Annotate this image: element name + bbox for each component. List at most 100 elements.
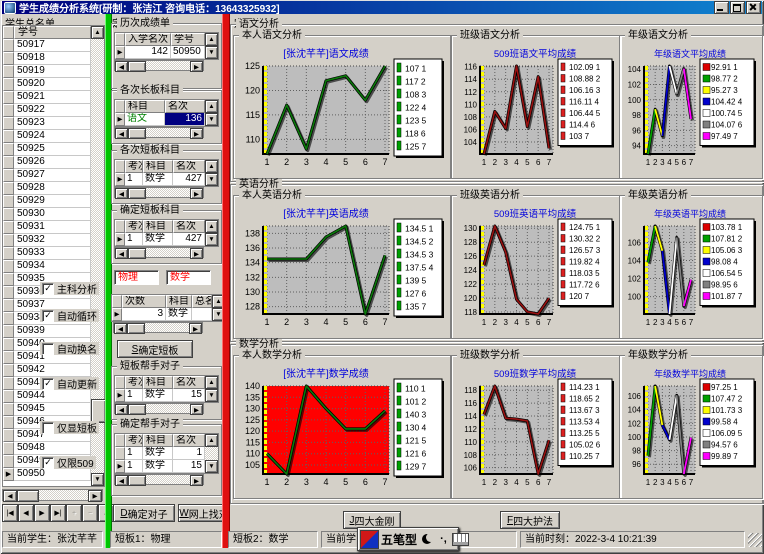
splitter-red[interactable] <box>222 14 230 548</box>
confirm-short-button[interactable]: S 确定短板 <box>117 340 193 358</box>
svg-text:137.5 4: 137.5 4 <box>405 263 434 273</box>
student-row[interactable]: 50932 <box>3 234 91 247</box>
scroll-down-icon[interactable]: ▼ <box>91 473 104 486</box>
short-subject-2-field[interactable]: 数学 <box>166 270 211 285</box>
svg-text:106: 106 <box>628 392 642 401</box>
student-row[interactable]: 50917 <box>3 39 91 52</box>
nav-button-5[interactable]: − <box>82 504 98 522</box>
svg-text:1: 1 <box>264 317 269 327</box>
student-row[interactable]: 50918 <box>3 52 91 65</box>
scroll-up-icon[interactable]: ▲ <box>91 26 104 39</box>
svg-text:105.06 3: 105.06 3 <box>711 246 743 255</box>
svg-text:7: 7 <box>689 478 694 487</box>
student-row[interactable]: 50931 <box>3 221 91 234</box>
ime-punctuation-icon[interactable]: ·, <box>437 533 450 545</box>
personal-english-chart: 128 130 132 134 136 138 1 2 3 4 5 6 7 [张沈芊芊]英语成绩 134.5… <box>237 206 445 332</box>
checkbox-auto-cycle[interactable]: ✓ 自动循环 <box>40 309 99 323</box>
student-row[interactable]: 50922 <box>3 104 91 117</box>
student-row[interactable]: 50939 <box>3 325 91 338</box>
hscrollbar[interactable]: ◀ ▶ <box>114 403 204 415</box>
class-english-box: 班级英语分析 118 120 122 124 126 128 130 1 2 3 4 5 6 7 509班英… <box>451 190 621 339</box>
svg-text:113.53 4: 113.53 4 <box>569 418 600 427</box>
scroll-right-icon[interactable]: ▶ <box>88 490 102 502</box>
app-window: 学生成绩分析系统[研制：张洁江 咨询电话：13643325932] 学生总名单 … <box>0 0 764 554</box>
ime-mode-label[interactable]: 五笔型 <box>381 531 417 548</box>
hscrollbar[interactable]: ◀ ▶ <box>114 474 204 486</box>
long-subjects-groupbox: 各次长板科目 科目 名次 ▶ 语文 136 ▲ ▼ ◀ ▶ <box>111 85 222 144</box>
svg-text:104: 104 <box>464 138 478 147</box>
grade-chinese-chart: 94 96 98 100 102 104 1 2 3 4 5 6 7 年级语文平均成绩 92.91 1 98.… <box>623 46 757 172</box>
confirm-pair-button[interactable]: D 确定对子 <box>113 504 175 522</box>
checkbox-only-509[interactable]: ✓ 仅限509 <box>40 456 96 470</box>
nav-button-0[interactable]: |◀ <box>2 504 18 522</box>
scroll-thumb[interactable] <box>17 490 39 502</box>
nav-button-3[interactable]: ▶| <box>50 504 66 522</box>
hscrollbar[interactable]: ◀ ▶ <box>114 60 204 72</box>
svg-text:7: 7 <box>689 318 694 327</box>
find-pair-online-button[interactable]: W网上找对子 <box>178 504 222 522</box>
student-row[interactable]: 50930 <box>3 208 91 221</box>
nav-button-4[interactable]: + <box>66 504 82 522</box>
student-row[interactable]: 50925 <box>3 143 91 156</box>
checkbox-auto-rename[interactable]: 自动换名 <box>40 342 99 356</box>
student-row[interactable]: 50948 <box>3 442 91 455</box>
ime-logo-icon[interactable] <box>360 529 379 549</box>
student-row[interactable]: 50933 <box>3 247 91 260</box>
checkbox-main-subject-analysis[interactable]: ✓ 主科分析 <box>40 282 99 296</box>
scroll-track[interactable] <box>91 39 106 473</box>
resize-grip[interactable] <box>748 533 762 547</box>
checkbox-only-shortboard[interactable]: 仅显短板 <box>40 421 99 435</box>
svg-text:102.09 1: 102.09 1 <box>569 63 601 72</box>
student-row[interactable]: 50921 <box>3 91 91 104</box>
score-history-grid: 入学名次 学号 ▶ 142 50950 ▲ ▼ <box>114 32 219 60</box>
short-subject-1-field[interactable]: 物理 <box>114 270 159 285</box>
hscrollbar[interactable]: ◀ ▶ <box>114 247 204 259</box>
svg-text:118 6: 118 6 <box>405 129 426 139</box>
svg-text:120: 120 <box>245 85 260 95</box>
student-row[interactable]: 50945 <box>3 403 91 416</box>
svg-text:4: 4 <box>667 478 672 487</box>
student-row[interactable]: 50944 <box>3 390 91 403</box>
nav-button-1[interactable]: ◀ <box>18 504 34 522</box>
student-row[interactable]: 50920 <box>3 78 91 91</box>
hscrollbar[interactable]: ◀ ▶ <box>114 187 204 199</box>
svg-text:7: 7 <box>382 157 387 167</box>
svg-text:2: 2 <box>653 478 658 487</box>
student-row[interactable]: 50919 <box>3 65 91 78</box>
hscrollbar[interactable]: ◀ ▶ <box>113 322 203 334</box>
student-row[interactable]: 50923 <box>3 117 91 130</box>
student-row[interactable]: 50926 <box>3 156 91 169</box>
status-shortboard-2: 短板2：数学 <box>228 531 318 548</box>
hscrollbar[interactable]: ◀ ▶ <box>114 127 204 139</box>
svg-text:2: 2 <box>493 478 498 487</box>
close-button[interactable] <box>746 1 761 14</box>
svg-text:121 6: 121 6 <box>405 449 427 459</box>
svg-text:127 6: 127 6 <box>405 289 427 299</box>
student-row[interactable]: 50928 <box>3 182 91 195</box>
student-vscrollbar[interactable]: ▲ ▼ <box>91 26 106 486</box>
nav-button-2[interactable]: ▶ <box>34 504 50 522</box>
student-hscrollbar[interactable]: ◀ ▶ <box>2 489 103 502</box>
minimize-button[interactable] <box>714 1 729 14</box>
svg-text:118.65 2: 118.65 2 <box>569 395 600 404</box>
student-id-header[interactable]: 学号 <box>14 26 91 39</box>
svg-text:140: 140 <box>245 381 260 391</box>
svg-text:6: 6 <box>363 317 368 327</box>
svg-text:105: 105 <box>245 460 260 470</box>
ime-keyboard-icon[interactable] <box>452 532 470 546</box>
maximize-button[interactable] <box>730 1 745 14</box>
status-current-student: 当前学生：张沈芊芊 <box>2 531 103 548</box>
scroll-up-icon[interactable]: ▲ <box>205 33 218 46</box>
svg-text:100: 100 <box>628 433 642 442</box>
four-guardians-button[interactable]: F 四大护法 <box>500 511 560 529</box>
ime-fullwidth-moon-icon[interactable] <box>419 530 436 548</box>
student-row[interactable]: 50929 <box>3 195 91 208</box>
scroll-left-icon[interactable]: ◀ <box>3 490 17 502</box>
checkbox-auto-update[interactable]: ✓ 自动更新 <box>40 377 99 391</box>
student-row[interactable]: 50927 <box>3 169 91 182</box>
svg-text:107 1: 107 1 <box>405 64 427 74</box>
svg-text:2: 2 <box>653 158 658 167</box>
student-row[interactable]: 50924 <box>3 130 91 143</box>
student-row[interactable]: 50934 <box>3 260 91 273</box>
scroll-down-icon[interactable]: ▼ <box>205 46 218 59</box>
